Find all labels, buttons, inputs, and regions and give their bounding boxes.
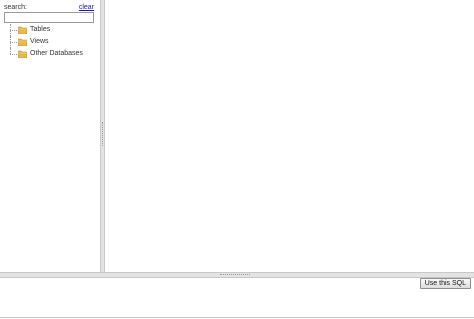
search-label: search: bbox=[4, 4, 27, 11]
clear-search-link[interactable]: clear bbox=[79, 4, 94, 11]
tree-item-other-databases[interactable]: Other Databases bbox=[8, 48, 98, 60]
folder-icon bbox=[18, 50, 27, 58]
use-this-sql-button[interactable]: Use this SQL bbox=[419, 278, 471, 289]
tree-branch-line bbox=[8, 24, 18, 36]
tree-item-label: Other Databases bbox=[30, 50, 83, 57]
tree-item-label: Tables bbox=[30, 26, 51, 33]
folder-icon bbox=[18, 38, 27, 46]
main-content-pane bbox=[105, 0, 474, 272]
schema-browser-pane: search: clear Tables Views Other Databas… bbox=[0, 0, 101, 272]
splitter-grip-icon bbox=[220, 274, 250, 276]
sql-pane: Use this SQL bbox=[0, 278, 474, 318]
tree-item-label: Views bbox=[30, 38, 49, 45]
tree-branch-line bbox=[8, 48, 18, 60]
folder-icon bbox=[18, 26, 27, 34]
schema-tree: Tables Views Other Databases bbox=[8, 24, 98, 60]
splitter-grip-icon bbox=[102, 122, 104, 146]
tree-item-views[interactable]: Views bbox=[8, 36, 98, 48]
search-input[interactable] bbox=[4, 12, 94, 23]
tree-item-tables[interactable]: Tables bbox=[8, 24, 98, 36]
tree-branch-line bbox=[8, 36, 18, 48]
